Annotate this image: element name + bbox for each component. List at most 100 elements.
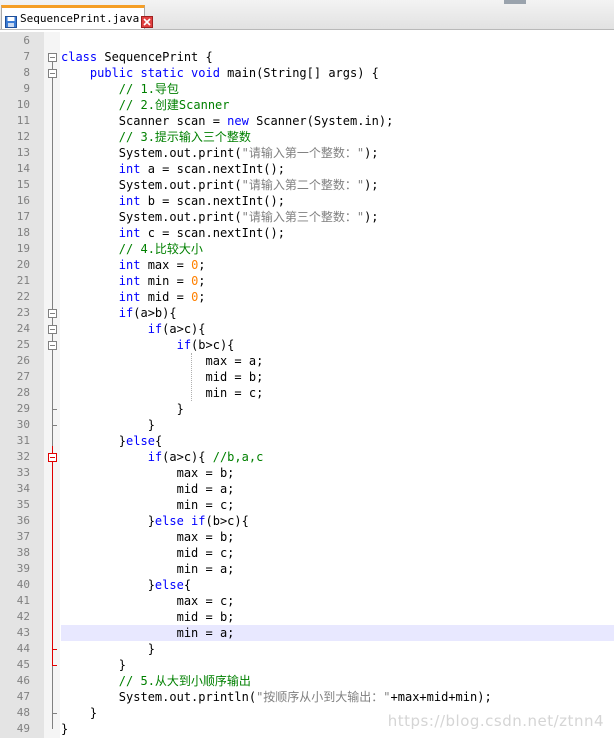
fold-end-marker	[52, 425, 57, 426]
code-token: mid = b;	[61, 610, 235, 624]
code-token: class	[61, 50, 98, 64]
code-line[interactable]: 11 Scanner scan = new Scanner(System.in)…	[0, 113, 614, 129]
code-line[interactable]: 47 System.out.println("按顺序从小到大输出："+max+m…	[0, 689, 614, 705]
fold-toggle-icon[interactable]	[48, 69, 57, 78]
code-line[interactable]: 30 }	[0, 417, 614, 433]
code-token: (b>c){	[205, 514, 249, 528]
code-line[interactable]: 33 max = b;	[0, 465, 614, 481]
code-token: int	[118, 194, 141, 208]
code-token: System.out.print(	[61, 178, 242, 192]
line-number: 20	[16, 258, 30, 271]
code-token: max = c;	[61, 594, 235, 608]
tab-sequenceprint-java[interactable]: SequencePrint.java	[1, 5, 154, 29]
code-line[interactable]: 39 min = a;	[0, 561, 614, 577]
code-token: max = b;	[61, 466, 235, 480]
code-line[interactable]: 40 }else{	[0, 577, 614, 593]
code-line[interactable]: 19 // 4.比较大小	[0, 241, 614, 257]
code-line[interactable]: 15 System.out.print("请输入第二个整数：");	[0, 177, 614, 193]
code-line[interactable]: 25 if(b>c){	[0, 337, 614, 353]
code-line[interactable]: 7 class SequencePrint {	[0, 49, 614, 65]
fold-toggle-icon[interactable]	[48, 53, 57, 62]
code-line[interactable]: 46 // 5.从大到小顺序输出	[0, 673, 614, 689]
fold-toggle-icon[interactable]	[48, 309, 57, 318]
code-line[interactable]: 22 int mid = 0;	[0, 289, 614, 305]
line-number: 22	[16, 290, 30, 303]
code-line[interactable]: 17 System.out.print("请输入第三个整数：");	[0, 209, 614, 225]
code-line[interactable]: 42 mid = b;	[0, 609, 614, 625]
code-line[interactable]: 16 int b = scan.nextInt();	[0, 193, 614, 209]
code-text: mid = a;	[61, 481, 235, 497]
code-line[interactable]: 34 mid = a;	[0, 481, 614, 497]
code-token: // 1.导包	[118, 82, 179, 96]
code-line[interactable]: 21 int min = 0;	[0, 273, 614, 289]
code-token: max =	[140, 258, 192, 272]
fold-toggle-icon[interactable]	[48, 341, 57, 350]
code-line[interactable]: 44 }	[0, 641, 614, 657]
code-line[interactable]: 38 mid = c;	[0, 545, 614, 561]
fold-toggle-icon[interactable]	[48, 453, 57, 462]
code-text: // 1.导包	[61, 81, 179, 97]
code-line[interactable]: 18 int c = scan.nextInt();	[0, 225, 614, 241]
code-line[interactable]: 12 // 3.提示输入三个整数	[0, 129, 614, 145]
code-token: if	[176, 338, 192, 352]
line-number: 45	[16, 658, 30, 671]
code-token: System.out.print(	[61, 146, 242, 160]
code-line[interactable]: 13 System.out.print("请输入第一个整数：");	[0, 145, 614, 161]
code-line[interactable]: 10 // 2.创建Scanner	[0, 97, 614, 113]
code-token: mid = a;	[61, 482, 235, 496]
code-text: min = a;	[61, 625, 235, 641]
code-line[interactable]: 41 max = c;	[0, 593, 614, 609]
line-number: 7	[23, 50, 30, 63]
fold-toggle-icon[interactable]	[48, 325, 57, 334]
code-line[interactable]: 43 min = a;	[0, 625, 614, 641]
line-number: 41	[16, 594, 30, 607]
code-line[interactable]: 37 max = b;	[0, 529, 614, 545]
code-line[interactable]: 24 if(a>c){	[0, 321, 614, 337]
line-number: 49	[16, 722, 30, 735]
code-token: {	[183, 578, 192, 592]
code-line[interactable]: 36 }else if(b>c){	[0, 513, 614, 529]
code-text: class SequencePrint {	[61, 49, 213, 65]
line-number: 31	[16, 434, 30, 447]
line-number: 37	[16, 530, 30, 543]
code-token: mid = c;	[61, 546, 235, 560]
code-editor[interactable]: 6 7 class SequencePrint {8 public static v…	[0, 32, 614, 738]
code-text: System.out.println("按顺序从小到大输出："+max+mid+…	[61, 689, 492, 705]
close-icon[interactable]	[141, 13, 154, 28]
line-number: 24	[16, 322, 30, 335]
code-token: int	[118, 226, 141, 240]
code-token: ;	[198, 258, 206, 272]
code-line[interactable]: 9 // 1.导包	[0, 81, 614, 97]
code-line[interactable]: 35 min = c;	[0, 497, 614, 513]
code-line[interactable]: 31 }else{	[0, 433, 614, 449]
code-text: max = a;	[61, 353, 263, 369]
code-line[interactable]: 29 }	[0, 401, 614, 417]
code-token: //b,a,c	[212, 450, 264, 464]
code-text: mid = b;	[61, 369, 263, 385]
line-number: 46	[16, 674, 30, 687]
fold-end-marker	[52, 649, 57, 650]
code-text: if(b>c){	[61, 337, 235, 353]
code-line[interactable]: 20 int max = 0;	[0, 257, 614, 273]
code-line[interactable]: 6	[0, 33, 614, 49]
code-token: b = scan.nextInt();	[140, 194, 285, 208]
code-line[interactable]: 32 if(a>c){ //b,a,c	[0, 449, 614, 465]
code-line[interactable]: 45 }	[0, 657, 614, 673]
code-text: Scanner scan = new Scanner(System.in);	[61, 113, 394, 129]
line-number: 10	[16, 98, 30, 111]
code-token: Scanner scan =	[61, 114, 228, 128]
code-line[interactable]: 26 max = a;	[0, 353, 614, 369]
code-token: "请输入第三个整数："	[241, 210, 365, 224]
code-line[interactable]: 27 mid = b;	[0, 369, 614, 385]
code-token: }	[61, 514, 155, 528]
code-line[interactable]: 28 min = c;	[0, 385, 614, 401]
code-line[interactable]: 14 int a = scan.nextInt();	[0, 161, 614, 177]
code-token: "请输入第二个整数："	[241, 178, 365, 192]
code-line[interactable]: 8 public static void main(String[] args)…	[0, 65, 614, 81]
code-token: main(String[] args) {	[219, 66, 379, 80]
code-line[interactable]: 23 if(a>b){	[0, 305, 614, 321]
